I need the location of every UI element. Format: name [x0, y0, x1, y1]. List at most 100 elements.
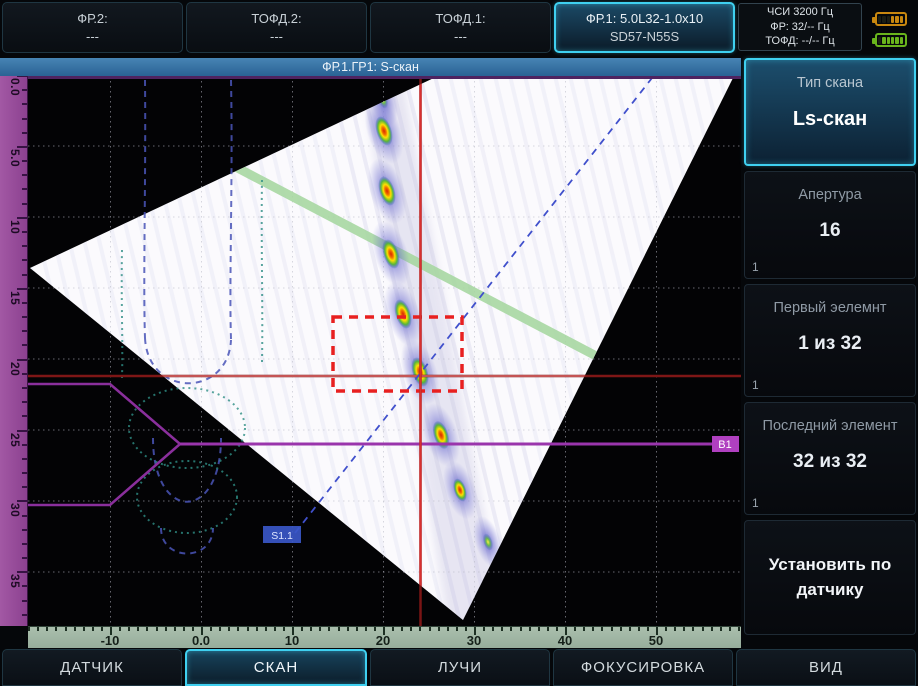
distance-ruler-tick: [501, 627, 503, 631]
distance-ruler-tick: [529, 627, 531, 631]
distance-ruler: -20-100.01020304050: [28, 626, 741, 648]
distance-ruler-tick: [711, 627, 713, 631]
panel-label: Первый эелемнт: [773, 300, 886, 316]
depth-ruler-tick: [17, 288, 27, 290]
panel-first-element[interactable]: Первый эелемнт 1 из 32 1: [744, 284, 916, 397]
menu-scan[interactable]: СКАН: [185, 649, 367, 686]
distance-ruler-tick: [683, 627, 685, 631]
distance-ruler-tick: [192, 627, 194, 631]
distance-ruler-tick: [301, 627, 303, 631]
depth-ruler-tick: [22, 89, 27, 91]
distance-ruler-tick: [219, 627, 221, 631]
tab-label: ТОФД.1:: [435, 11, 485, 26]
distance-ruler-tick: [674, 627, 676, 631]
distance-ruler-tick: [256, 627, 258, 631]
tab-label: ФР.1: 5.0L32-1.0x10: [586, 11, 703, 26]
tab-fr2[interactable]: ФР.2: ---: [2, 2, 183, 53]
depth-ruler-tick: [22, 103, 27, 105]
y-axis-label: 20: [8, 362, 22, 376]
depth-ruler-tick: [17, 217, 27, 219]
depth-ruler-tick: [22, 132, 27, 134]
battery-segment: [887, 16, 890, 23]
distance-ruler-tick: [620, 627, 622, 631]
depth-ruler-tick: [22, 387, 27, 389]
y-axis-label: 10: [8, 220, 22, 234]
depth-ruler-tick: [22, 316, 27, 318]
panel-value: 16: [819, 220, 840, 242]
battery-segment: [900, 37, 903, 44]
distance-ruler-tick: [410, 627, 412, 631]
battery-segment: [882, 37, 885, 44]
distance-ruler-tick: [137, 627, 139, 631]
distance-ruler-tick: [356, 627, 358, 631]
distance-ruler-tick: [583, 627, 585, 631]
distance-ruler-tick: [265, 627, 267, 631]
depth-ruler: 0.05.0101520253035: [0, 76, 28, 626]
distance-ruler-tick: [574, 627, 576, 631]
depth-ruler-tick: [22, 486, 27, 488]
panel-scan-type[interactable]: Тип скана Ls-скан: [744, 58, 916, 166]
distance-ruler-tick: [601, 627, 603, 631]
distance-ruler-tick: [665, 627, 667, 631]
depth-ruler-tick: [22, 373, 27, 375]
distance-ruler-tick: [374, 627, 376, 631]
menu-probe[interactable]: ДАТЧИК: [2, 649, 182, 686]
distance-ruler-tick: [228, 627, 230, 631]
distance-ruler-tick: [520, 627, 522, 631]
distance-ruler-tick: [392, 627, 394, 631]
menu-view[interactable]: ВИД: [736, 649, 916, 686]
distance-ruler-tick: [210, 627, 212, 631]
menu-rays[interactable]: ЛУЧИ: [370, 649, 550, 686]
distance-ruler-tick: [483, 627, 485, 631]
depth-ruler-tick: [22, 415, 27, 417]
s-scan-view: 0.05.0101520253035 -20-100.01020304050: [0, 76, 741, 648]
right-menu: Тип скана Ls-скан Апертура 16 1 Первый э…: [744, 58, 916, 635]
menu-focusing[interactable]: ФОКУСИРОВКА: [553, 649, 733, 686]
tab-tofd1[interactable]: ТОФД.1: ---: [370, 2, 551, 53]
distance-ruler-tick: [647, 627, 649, 631]
distance-ruler-tick: [510, 627, 512, 631]
y-axis-label: 15: [8, 291, 22, 305]
distance-ruler-tick: [692, 627, 694, 631]
depth-ruler-tick: [22, 188, 27, 190]
status-line-chsi: ЧСИ 3200 Гц: [767, 5, 833, 20]
menu-label: ДАТЧИК: [60, 659, 124, 676]
battery-2: [875, 33, 907, 47]
distance-ruler-tick: [492, 627, 494, 631]
depth-ruler-tick: [22, 585, 27, 587]
panel-label: Апертура: [798, 187, 861, 203]
battery-segment: [878, 16, 881, 23]
status-line-fr: ФР: 32/-- Гц: [770, 20, 830, 35]
distance-ruler-tick: [101, 627, 103, 631]
panel-aperture[interactable]: Апертура 16 1: [744, 171, 916, 279]
panel-set-by-probe-button[interactable]: Установить по датчику: [744, 520, 916, 635]
depth-ruler-tick: [17, 571, 27, 573]
panel-value: 1 из 32: [798, 333, 861, 355]
depth-ruler-tick: [22, 458, 27, 460]
distance-ruler-tick: [738, 627, 740, 631]
depth-ruler-tick: [17, 76, 27, 77]
distance-ruler-tick: [465, 627, 467, 631]
tab-label: ТОФД.2:: [251, 11, 301, 26]
x-axis-label: 50: [649, 633, 663, 648]
distance-ruler-tick: [702, 627, 704, 631]
battery-segment: [887, 37, 890, 44]
menu-label: ВИД: [809, 659, 843, 676]
battery-segment: [900, 16, 903, 23]
tab-value: ---: [270, 29, 283, 44]
depth-ruler-tick: [22, 259, 27, 261]
tab-fr1-active[interactable]: ФР.1: 5.0L32-1.0x10 SD57-N55S: [554, 2, 735, 53]
tab-tofd2[interactable]: ТОФД.2: ---: [186, 2, 367, 53]
distance-ruler-tick: [319, 627, 321, 631]
tab-value: ---: [86, 29, 99, 44]
distance-ruler-tick: [37, 627, 39, 631]
tab-label: ФР.2:: [77, 11, 108, 26]
x-axis-label: 20: [376, 633, 390, 648]
prf-status-box: ЧСИ 3200 Гц ФР: 32/-- Гц ТОФД: --/-- Гц: [738, 3, 862, 51]
distance-ruler-tick: [611, 627, 613, 631]
panel-last-element[interactable]: Последний элемент 32 из 32 1: [744, 402, 916, 515]
distance-ruler-tick: [720, 627, 722, 631]
distance-ruler-tick: [438, 627, 440, 631]
depth-ruler-tick: [17, 430, 27, 432]
distance-ruler-tick: [401, 627, 403, 631]
